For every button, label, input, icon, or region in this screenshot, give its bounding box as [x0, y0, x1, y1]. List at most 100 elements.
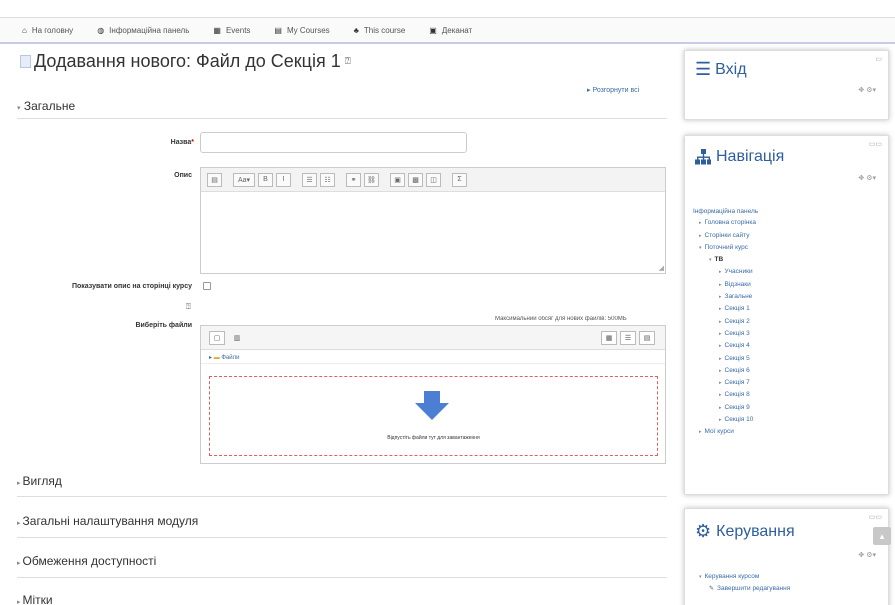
- nav-item[interactable]: ▸ Секція 1: [693, 303, 758, 315]
- nav-item[interactable]: ▸ Секція 4: [693, 340, 758, 352]
- nav-item-label[interactable]: Мої курси: [705, 428, 734, 435]
- section-appearance-label[interactable]: Вигляд: [23, 474, 62, 488]
- view-icons-icon[interactable]: ▦: [601, 331, 617, 345]
- section-general-header[interactable]: ▾ Загальне: [17, 99, 75, 113]
- nav-item-label[interactable]: Секція 10: [725, 416, 754, 423]
- editor-toolbar-button-5[interactable]: ☷: [320, 172, 335, 187]
- view-tree-icon[interactable]: ▤: [639, 331, 655, 345]
- login-title-text[interactable]: Вхід: [715, 61, 746, 79]
- editor-toolbar-button-4[interactable]: ☰: [302, 172, 317, 187]
- topnav-item-label[interactable]: This course: [364, 26, 405, 35]
- editor-textarea[interactable]: [201, 192, 665, 273]
- view-list-icon[interactable]: ☰: [620, 331, 636, 345]
- nav-item[interactable]: ▸ Секція 10: [693, 414, 758, 426]
- section-general-label[interactable]: Загальне: [24, 99, 75, 113]
- nav-item-label[interactable]: Секція 6: [725, 367, 750, 374]
- nav-item[interactable]: ▸ Секція 9: [693, 402, 758, 414]
- turn-editing-off-item[interactable]: ✎ Завершити редагування: [693, 583, 790, 595]
- nav-item-label[interactable]: ТВ: [715, 256, 724, 263]
- collapse-block-icon[interactable]: ▭: [875, 55, 882, 63]
- nav-item[interactable]: ▸ Секція 5: [693, 353, 758, 365]
- topnav-item-2[interactable]: ▦ Events: [213, 26, 250, 35]
- description-editor[interactable]: ▤ Aa▾ B I ☰ ☷ ⚭ ⛓ ▣ ▩ ◫ Σ ◢: [200, 167, 666, 274]
- expand-all-text[interactable]: Розгорнути всі: [592, 87, 639, 94]
- nav-item-label[interactable]: Учасники: [725, 268, 753, 275]
- collapse-block-icon[interactable]: ▭▭: [869, 140, 882, 148]
- editor-toolbar-button-1[interactable]: Aa▾: [233, 172, 255, 187]
- section-tags[interactable]: ▸ Мітки: [17, 593, 53, 605]
- nav-item-label[interactable]: Секція 4: [725, 342, 750, 349]
- editor-toolbar-button-9[interactable]: ▩: [408, 172, 423, 187]
- section-appearance[interactable]: ▸ Вигляд: [17, 474, 62, 488]
- nav-item[interactable]: ▸ Секція 3: [693, 328, 758, 340]
- name-input[interactable]: [200, 132, 467, 153]
- editor-toolbar-button-11[interactable]: Σ: [452, 172, 467, 187]
- nav-item-label[interactable]: Секція 2: [725, 318, 750, 325]
- nav-item-label[interactable]: Секція 8: [725, 391, 750, 398]
- topnav-item-label[interactable]: Інформаційна панель: [109, 26, 189, 35]
- nav-item[interactable]: ▸ Відзнаки: [693, 279, 758, 291]
- editor-toolbar-button-3[interactable]: I: [276, 172, 291, 187]
- collapse-block-icon[interactable]: ▭▭: [869, 513, 882, 521]
- add-file-icon[interactable]: ▢: [209, 331, 225, 345]
- nav-item-label[interactable]: Загальне: [725, 293, 753, 300]
- nav-item[interactable]: ▸ Секція 8: [693, 389, 758, 401]
- folder-path-text[interactable]: Файли: [221, 355, 239, 361]
- editor-toolbar-button-10[interactable]: ◫: [426, 172, 441, 187]
- nav-item-label[interactable]: Сторінки сайту: [705, 232, 750, 239]
- block-actions-icon[interactable]: ✥ ⚙▾: [858, 551, 876, 559]
- nav-item[interactable]: ▸ Учасники: [693, 266, 758, 278]
- nav-item[interactable]: ▸ Сторінки сайту: [693, 230, 758, 242]
- login-block-title[interactable]: ☰ Вхід: [695, 59, 747, 80]
- scroll-to-top-button[interactable]: ▲: [873, 527, 891, 545]
- course-administration-item[interactable]: ▾ Керування курсом: [693, 571, 790, 583]
- file-drop-zone[interactable]: Відпустіть файли тут для завантаження: [209, 376, 658, 456]
- nav-item-label[interactable]: Відзнаки: [725, 281, 751, 288]
- topnav-item-label[interactable]: На головну: [32, 26, 73, 35]
- nav-item[interactable]: ▸ Головна сторінка: [693, 217, 758, 229]
- editor-toolbar-button-2[interactable]: B: [258, 172, 273, 187]
- nav-item[interactable]: ▸ Мої курси: [693, 426, 758, 438]
- folder-path[interactable]: ▸ ▬ Файли: [201, 350, 665, 364]
- block-actions-icon[interactable]: ✥ ⚙▾: [858, 174, 876, 182]
- topnav-item-label[interactable]: Events: [226, 26, 250, 35]
- expand-all-link[interactable]: ▸ Розгорнути всі: [587, 86, 639, 94]
- topnav-item-3[interactable]: ▤ My Courses: [274, 26, 329, 35]
- nav-item[interactable]: ▸ Секція 2: [693, 316, 758, 328]
- section-module-settings-label[interactable]: Загальні налаштування модуля: [23, 514, 199, 528]
- nav-item[interactable]: ▾ Поточний курс: [693, 242, 758, 254]
- editor-toolbar-button-6[interactable]: ⚭: [346, 172, 361, 187]
- nav-item[interactable]: Інформаційна панель: [693, 206, 758, 217]
- editor-toolbar-button-8[interactable]: ▣: [390, 172, 405, 187]
- topnav-item-label[interactable]: My Courses: [287, 26, 330, 35]
- section-tags-label[interactable]: Мітки: [23, 593, 53, 605]
- nav-item-label[interactable]: Інформаційна панель: [693, 208, 758, 215]
- nav-item[interactable]: ▾ ТВ: [693, 254, 758, 266]
- section-restrict-access-label[interactable]: Обмеження доступності: [23, 554, 157, 568]
- editor-toolbar-button-7[interactable]: ⛓: [364, 172, 379, 187]
- create-folder-icon[interactable]: ▥: [229, 331, 245, 345]
- topnav-item-1[interactable]: ◍ Інформаційна панель: [97, 26, 189, 35]
- nav-item[interactable]: ▸ Секція 7: [693, 377, 758, 389]
- nav-item[interactable]: ▸ Загальне: [693, 291, 758, 303]
- nav-item-label[interactable]: Секція 9: [725, 404, 750, 411]
- nav-item-label[interactable]: Головна сторінка: [705, 219, 757, 226]
- topnav-item-4[interactable]: ♣ This course: [354, 26, 406, 35]
- topnav-item-5[interactable]: ▣ Деканат: [429, 26, 472, 35]
- course-administration-label[interactable]: Керування курсом: [705, 573, 760, 580]
- nav-item-label[interactable]: Секція 5: [725, 355, 750, 362]
- block-actions-icon[interactable]: ✥ ⚙▾: [858, 86, 876, 94]
- turn-editing-off-label[interactable]: Завершити редагування: [717, 585, 790, 592]
- nav-item-label[interactable]: Секція 1: [725, 305, 750, 312]
- nav-item[interactable]: ▸ Секція 6: [693, 365, 758, 377]
- help-icon[interactable]: ⍰: [186, 302, 191, 312]
- nav-item-label[interactable]: Поточний курс: [705, 244, 749, 251]
- section-module-settings[interactable]: ▸ Загальні налаштування модуля: [17, 514, 198, 528]
- editor-toolbar-button-0[interactable]: ▤: [207, 172, 222, 187]
- help-icon[interactable]: ⍰: [345, 56, 351, 67]
- topnav-item-label[interactable]: Деканат: [442, 26, 472, 35]
- topnav-item-0[interactable]: ⌂ На головну: [22, 26, 73, 35]
- section-restrict-access[interactable]: ▸ Обмеження доступності: [17, 554, 156, 568]
- resize-handle-icon[interactable]: ◢: [659, 264, 664, 272]
- nav-item-label[interactable]: Секція 7: [725, 379, 750, 386]
